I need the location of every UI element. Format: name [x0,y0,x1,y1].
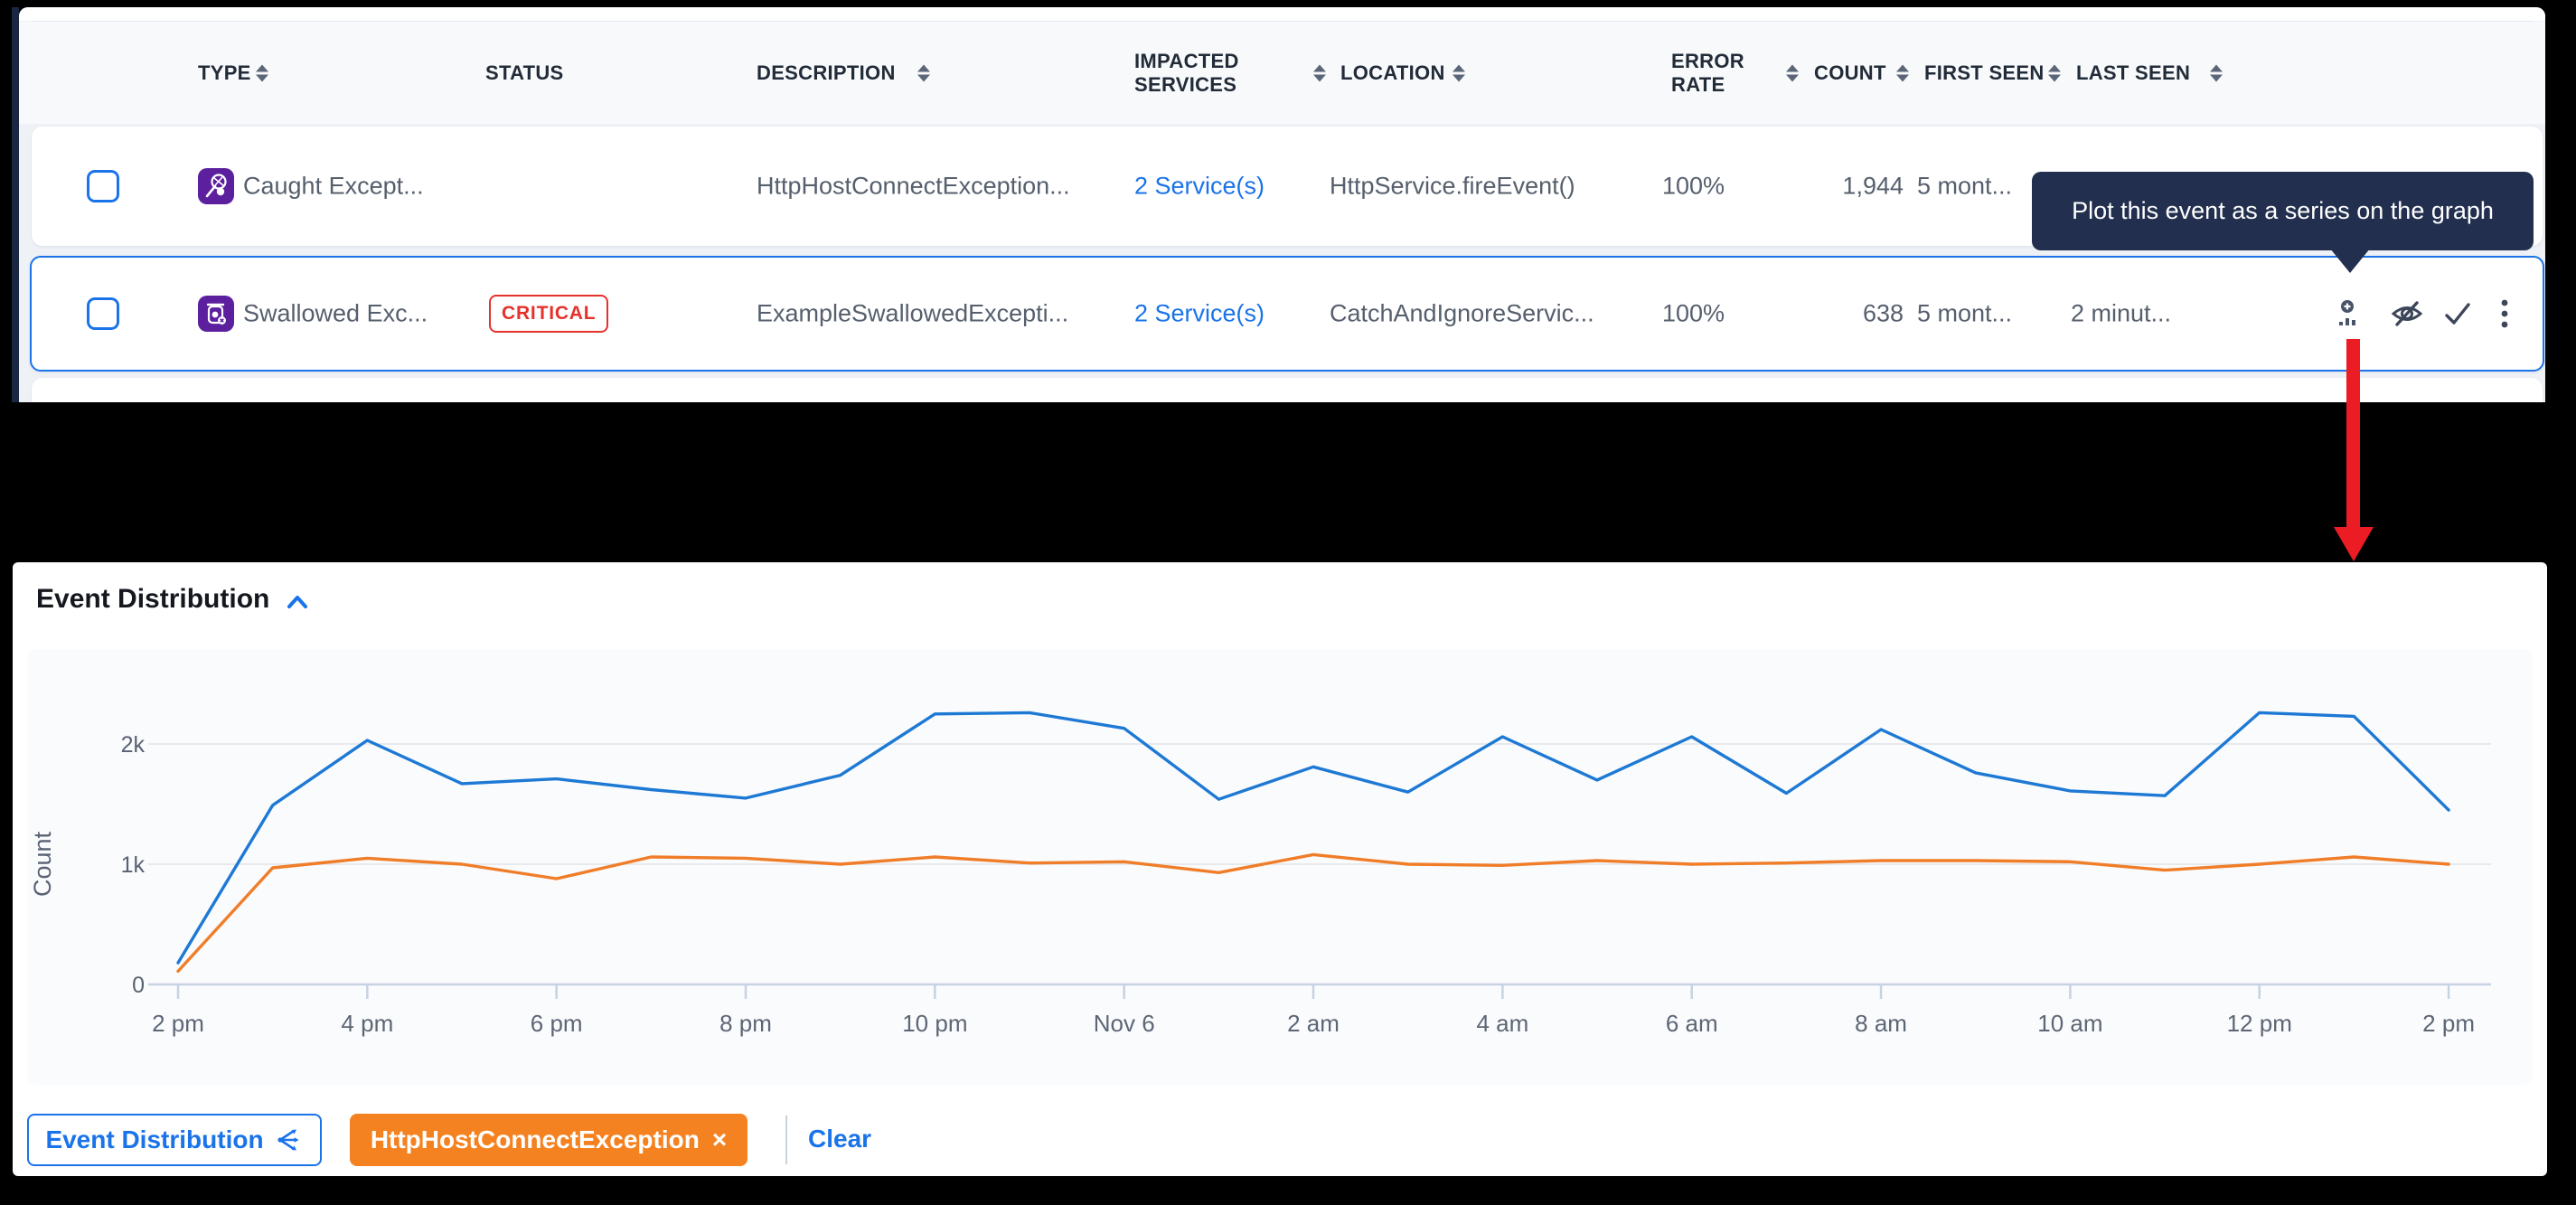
series-filter-chip[interactable]: HttpHostConnectException × [350,1114,747,1166]
app-background-strip [12,7,19,402]
location-cell: CatchAndIgnoreServic... [1330,300,1594,328]
clear-series-button[interactable]: Clear [808,1125,871,1153]
event-distribution-series-button[interactable]: Event Distribution [27,1114,322,1166]
svg-text:8 am: 8 am [1855,1010,1907,1037]
sort-icon-count[interactable] [1786,64,1799,81]
svg-text:12 pm: 12 pm [2227,1010,2292,1037]
sort-icon-description[interactable] [917,64,930,81]
svg-text:4 pm: 4 pm [341,1010,393,1037]
svg-text:10 am: 10 am [2037,1010,2102,1037]
col-header-first-seen: FIRST SEEN [1924,61,2045,85]
col-header-count: COUNT [1814,61,1886,85]
svg-text:2 pm: 2 pm [152,1010,204,1037]
col-header-error-rate: ERROR RATE [1671,50,1744,97]
svg-text:2k: 2k [121,732,146,758]
annotation-red-arrow-head [2334,527,2374,561]
plot-on-graph-button[interactable] [2327,294,2367,334]
col-header-last-seen: LAST SEEN [2076,61,2190,85]
count-cell: 1,944 [1800,173,1904,201]
impacted-services-link[interactable]: 2 Service(s) [1134,173,1264,201]
footer-divider [785,1116,787,1164]
table-top-strip [19,7,2545,21]
chip-close-icon[interactable]: × [712,1125,727,1154]
table-header-row: TYPE STATUS DESCRIPTION IMPACTED SERVICE… [19,22,2545,124]
row-checkbox[interactable] [87,297,119,330]
type-label: Caught Except... [243,173,424,201]
description-cell: HttpHostConnectException... [757,173,1070,201]
sort-icon-impacted[interactable] [1313,64,1326,81]
svg-text:8 pm: 8 pm [719,1010,772,1037]
description-cell: ExampleSwallowedExcepti... [757,300,1068,328]
svg-text:6 pm: 6 pm [531,1010,583,1037]
table-row-partial [32,378,2543,402]
col-header-impacted-services: IMPACTED SERVICES [1134,50,1239,97]
plot-event-tooltip: Plot this event as a series on the graph [2032,172,2534,250]
caught-exception-net-icon [198,168,234,204]
annotation-red-arrow [2346,339,2360,529]
location-cell: HttpService.fireEvent() [1330,173,1575,201]
count-cell: 638 [1800,300,1904,328]
col-header-status: STATUS [485,61,564,85]
event-distribution-panel: Event Distribution 0 1k 2k 2 pm 4 pm 6 pm 8 pm… [13,562,2547,1176]
error-rate-cell: 100% [1662,173,1725,201]
svg-text:Nov 6: Nov 6 [1094,1010,1155,1037]
svg-text:1k: 1k [121,852,146,878]
svg-text:Count: Count [29,831,56,897]
svg-text:2 am: 2 am [1287,1010,1340,1037]
svg-text:4 am: 4 am [1476,1010,1528,1037]
critical-status-badge: CRITICAL [489,295,608,333]
swallowed-exception-jar-icon [198,296,234,332]
svg-text:0: 0 [132,973,145,998]
svg-text:6 am: 6 am [1666,1010,1718,1037]
row-checkbox[interactable] [87,170,119,202]
impacted-services-link[interactable]: 2 Service(s) [1134,300,1264,328]
col-header-type: TYPE [198,61,251,85]
tooltip-caret [2330,249,2370,273]
first-seen-cell: 5 mont... [1917,173,2012,201]
type-label: Swallowed Exc... [243,300,428,328]
chart-svg: 0 1k 2k 2 pm 4 pm 6 pm 8 pm 10 pm Nov 6 2 am 4 am 6… [13,562,2547,1176]
sort-icon-trailing[interactable] [2210,64,2223,81]
table-row-swallowed-exception[interactable]: Swallowed Exc... CRITICAL ExampleSwallow… [30,256,2544,372]
sort-icon-last-seen[interactable] [2048,64,2061,81]
row-more-menu-kebab-icon[interactable] [2485,294,2524,334]
error-rate-cell: 100% [1662,300,1725,328]
first-seen-cell: 5 mont... [1917,300,2012,328]
sort-icon-first-seen[interactable] [1896,64,1909,81]
tooltip-text: Plot this event as a series on the graph [2072,197,2494,225]
svg-text:2 pm: 2 pm [2422,1010,2475,1037]
svg-text:10 pm: 10 pm [902,1010,967,1037]
hide-event-eye-off-icon[interactable] [2387,294,2427,334]
series-button-label: Event Distribution [45,1125,263,1154]
col-header-description: DESCRIPTION [757,61,896,85]
sort-icon-location[interactable] [1453,64,1465,81]
col-header-location: LOCATION [1340,61,1445,85]
sort-icon-type[interactable] [256,64,268,81]
resolve-check-icon[interactable] [2438,294,2477,334]
chip-label: HttpHostConnectException [371,1125,700,1154]
spread-arrows-icon [275,1125,304,1154]
last-seen-cell: 2 minut... [2071,300,2171,328]
